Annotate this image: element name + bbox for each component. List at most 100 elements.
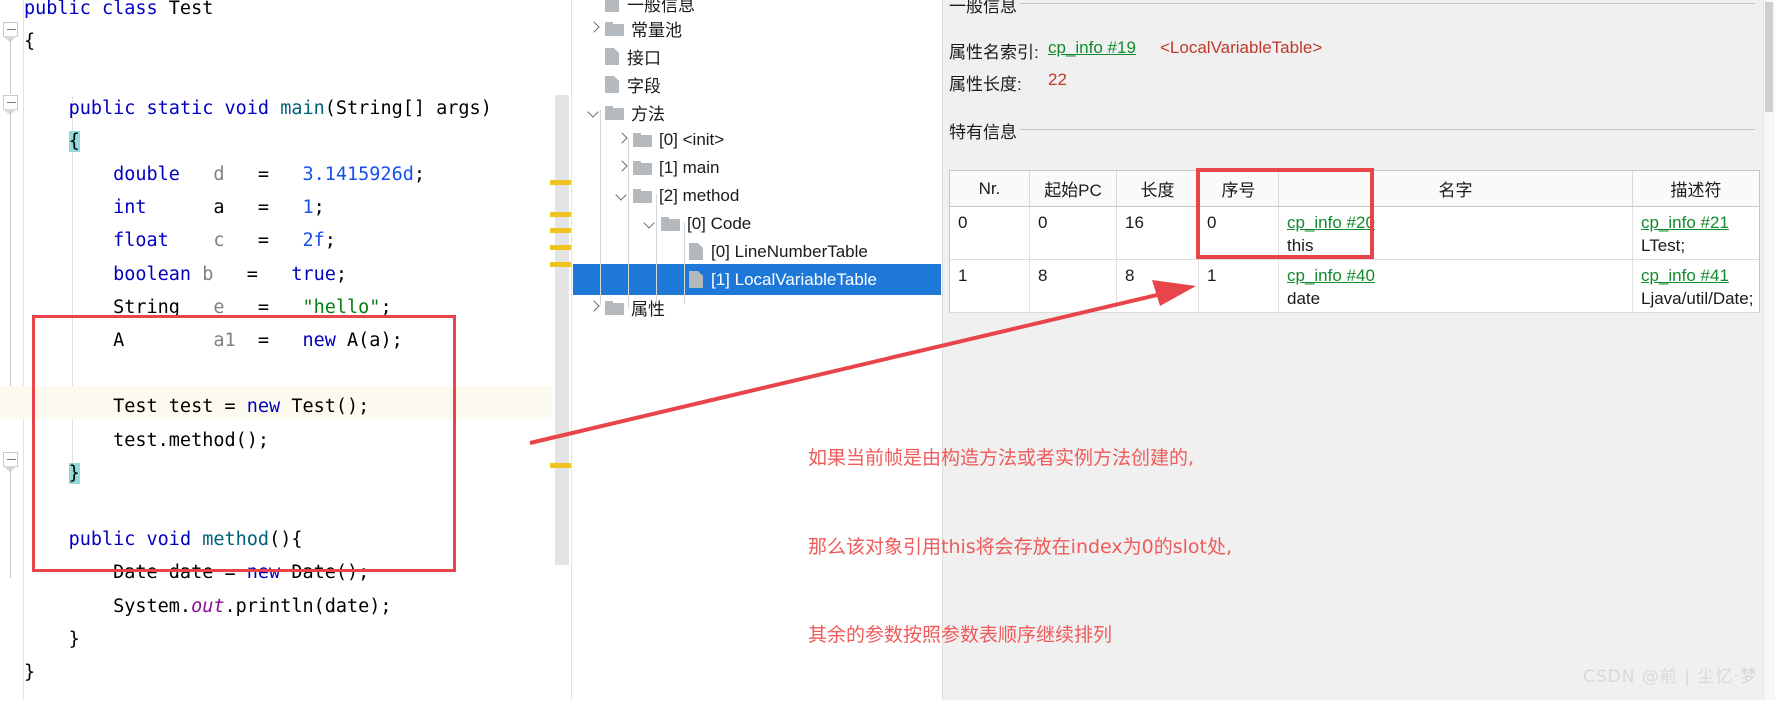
file-icon xyxy=(605,76,619,93)
table-cell: 8 xyxy=(1030,260,1117,312)
table-row[interactable]: 1 8 8 1 cp_info #40 date cp_info #41 Ljava/util… xyxy=(950,260,1759,313)
editor-change-marker xyxy=(550,262,572,267)
attr-length-value: 22 xyxy=(1048,70,1067,89)
code-token: ; xyxy=(313,197,325,219)
table-cell-descriptor[interactable]: cp_info #41 Ljava/util/Date; xyxy=(1633,260,1759,312)
general-info-group-rule xyxy=(1020,3,1755,4)
code-token: System. xyxy=(113,595,192,617)
table-cell: 16 xyxy=(1117,207,1199,259)
editor-change-marker xyxy=(550,463,572,468)
tree-item[interactable]: 字段 xyxy=(573,69,941,100)
specific-info-group-title: 特有信息 xyxy=(949,123,1017,142)
folder-icon xyxy=(633,188,652,203)
table-cell-descriptor[interactable]: cp_info #21 LTest; xyxy=(1633,207,1759,259)
editor-change-marker xyxy=(550,228,572,233)
annotation-line: 如果当前帧是由构造方法或者实例方法创建的, xyxy=(808,447,1195,469)
code-token: ; xyxy=(335,263,348,285)
editor-scrollbar-thumb[interactable] xyxy=(555,95,569,565)
tree-item-label: [2] method xyxy=(659,185,740,205)
tree-item[interactable]: 常量池 xyxy=(573,13,941,44)
code-token: = xyxy=(224,197,303,219)
table-cell: 8 xyxy=(1117,260,1199,312)
code-token: c xyxy=(213,230,225,252)
table-column-header[interactable]: 长度 xyxy=(1117,171,1199,206)
attr-name-index-link[interactable]: cp_info #19 xyxy=(1048,38,1136,58)
code-line: public static void main(String[] args) xyxy=(24,92,572,125)
code-token: 1 xyxy=(302,197,314,219)
code-token: void xyxy=(224,97,281,119)
tree-item-label: [0] LineNumberTable xyxy=(711,241,868,261)
code-editor-panel[interactable]: public class Test { public static void ma… xyxy=(0,0,572,700)
chevron-right-icon[interactable] xyxy=(585,20,602,37)
code-red-highlight-box xyxy=(32,315,456,572)
table-column-header[interactable]: Nr. xyxy=(950,171,1030,206)
code-token: = xyxy=(224,164,303,185)
annotation-text: 如果当前帧是由构造方法或者实例方法创建的, 那么该对象引用this将会存放在in… xyxy=(808,385,1232,710)
code-token: true xyxy=(291,263,336,285)
code-token: } xyxy=(68,628,80,650)
code-token: = xyxy=(213,263,292,285)
folder-icon xyxy=(605,105,624,120)
fold-marker-method[interactable] xyxy=(3,452,18,472)
tree-item-label: 方法 xyxy=(631,105,665,124)
detail-scrollbar-thumb[interactable] xyxy=(1765,2,1773,112)
code-token: (String[] args) xyxy=(324,97,492,119)
fold-marker-main[interactable] xyxy=(3,95,18,115)
code-token: 2f xyxy=(302,230,325,252)
editor-change-marker xyxy=(550,212,572,217)
code-token: Test xyxy=(168,0,214,19)
code-token: ; xyxy=(324,230,336,252)
table-red-highlight-box xyxy=(1196,168,1374,259)
code-line: double d = 3.1415926d; xyxy=(24,158,572,191)
code-token: b xyxy=(202,263,214,285)
fold-guide-line xyxy=(10,468,11,578)
tree-item-label: [1] main xyxy=(659,157,720,177)
tree-item[interactable]: 接口 xyxy=(573,41,941,72)
code-token: = xyxy=(224,230,303,252)
cp-info-link[interactable]: cp_info #21 xyxy=(1641,213,1729,232)
code-line: } xyxy=(24,656,572,689)
table-column-header[interactable]: 起始PC xyxy=(1030,171,1117,206)
table-column-header[interactable]: 描述符 xyxy=(1633,171,1759,206)
file-icon xyxy=(605,0,619,12)
code-token: int xyxy=(113,197,147,219)
editor-panel-divider xyxy=(571,0,572,700)
cp-info-link[interactable]: cp_info #41 xyxy=(1641,266,1729,285)
general-info-group-title: 一般信息 xyxy=(949,0,1017,16)
tree-item-label: [1] LocalVariableTable xyxy=(711,269,878,289)
fold-guide-line xyxy=(10,38,11,94)
code-token: 3.1415926d xyxy=(302,164,414,185)
fold-marker-class[interactable] xyxy=(3,22,18,42)
folder-icon xyxy=(633,132,652,147)
code-token: a xyxy=(213,197,225,219)
editor-gutter[interactable] xyxy=(0,0,22,700)
code-token: class xyxy=(101,0,169,19)
editor-change-marker xyxy=(550,180,572,185)
code-token: double xyxy=(113,164,180,185)
tree-guide-line xyxy=(600,110,601,305)
code-token: out xyxy=(191,595,225,617)
folder-icon xyxy=(605,300,624,315)
attr-name-index-value: <LocalVariableTable> xyxy=(1160,38,1323,57)
code-token: public xyxy=(68,97,147,119)
name-value: date xyxy=(1287,289,1321,308)
tree-item-label: 字段 xyxy=(627,77,661,96)
folder-icon xyxy=(661,216,680,231)
annotation-line: 那么该对象引用this将会存放在index为0的slot处, xyxy=(808,535,1233,558)
code-line: float c = 2f; xyxy=(24,224,572,257)
code-line: } xyxy=(24,623,572,656)
specific-info-group-rule xyxy=(1020,129,1755,130)
cp-info-link[interactable]: cp_info #40 xyxy=(1287,266,1375,285)
tree-guide-line xyxy=(656,194,657,304)
table-cell: 1 xyxy=(950,260,1030,312)
table-cell: 1 xyxy=(1199,260,1279,312)
file-icon xyxy=(689,271,703,288)
fold-guide-line xyxy=(10,111,11,391)
table-cell-name[interactable]: cp_info #40 date xyxy=(1279,260,1633,312)
table-cell: 0 xyxy=(950,207,1030,259)
